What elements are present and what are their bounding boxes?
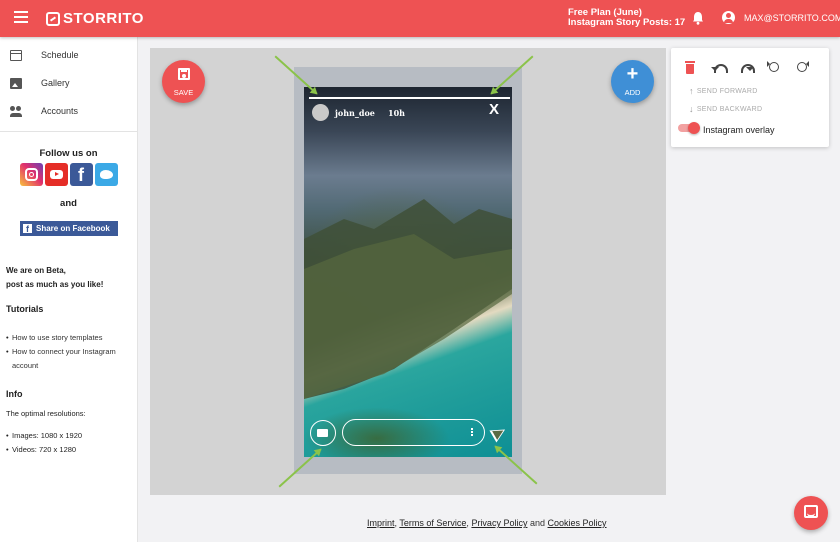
user-email[interactable]: MAX@STORRITO.COM bbox=[744, 13, 840, 23]
redo-icon[interactable] bbox=[739, 61, 755, 74]
arrow-up-icon: ↑ bbox=[689, 86, 694, 96]
tutorials-list: How to use story templates How to connec… bbox=[6, 331, 137, 373]
tutorial-link[interactable]: How to connect your Instagram account bbox=[12, 347, 116, 370]
instagram-overlay-label: Instagram overlay bbox=[703, 125, 775, 135]
plus-icon: + bbox=[626, 63, 639, 85]
instagram-overlay-toggle[interactable] bbox=[678, 122, 700, 134]
logo-text: STORRITO bbox=[63, 10, 144, 27]
mountain-image bbox=[304, 199, 512, 399]
sidebar-item-schedule[interactable]: Schedule bbox=[0, 41, 137, 69]
and-label: and bbox=[60, 198, 77, 209]
sidebar: Schedule Gallery Accounts Follow us on f… bbox=[0, 37, 138, 542]
sidebar-item-label: Gallery bbox=[41, 78, 70, 88]
separator: , bbox=[466, 518, 469, 528]
facebook-icon[interactable]: f bbox=[69, 163, 93, 186]
logo-icon bbox=[46, 11, 60, 26]
undo-icon[interactable] bbox=[711, 61, 728, 74]
add-button[interactable]: + ADD bbox=[611, 60, 654, 103]
follow-label: Follow us on bbox=[39, 148, 98, 159]
calendar-icon bbox=[10, 49, 22, 61]
sidebar-item-accounts[interactable]: Accounts bbox=[0, 97, 137, 125]
save-label: SAVE bbox=[173, 88, 194, 97]
social-links: f bbox=[0, 163, 137, 186]
story-time: 10h bbox=[388, 108, 405, 118]
terms-link[interactable]: Terms of Service bbox=[399, 518, 466, 528]
send-forward-label: SEND FORWARD bbox=[696, 87, 758, 95]
message-field bbox=[342, 419, 485, 446]
more-icon bbox=[471, 428, 473, 430]
top-bar: STORRITO Free Plan (June) Instagram Stor… bbox=[0, 0, 840, 37]
menu-icon[interactable] bbox=[14, 11, 28, 23]
send-icon bbox=[489, 423, 509, 443]
cookies-link[interactable]: Cookies Policy bbox=[548, 518, 607, 528]
plan-info: Free Plan (June) Instagram Story Posts: … bbox=[568, 8, 685, 28]
chat-button[interactable] bbox=[794, 496, 828, 530]
beta-note: We are on Beta, post as much as you like… bbox=[6, 264, 137, 292]
sidebar-item-label: Accounts bbox=[41, 106, 79, 116]
facebook-icon: f bbox=[23, 224, 32, 234]
save-icon bbox=[178, 68, 190, 80]
info-title: Info bbox=[6, 389, 23, 399]
list-item: Images: 1080 x 1920 bbox=[6, 429, 137, 443]
list-item: How to use story templates bbox=[6, 331, 137, 345]
info-text: The optimal resolutions: bbox=[6, 409, 86, 418]
bell-icon[interactable] bbox=[692, 11, 704, 25]
send-backward-label: SEND BACKWARD bbox=[696, 105, 763, 113]
account-icon[interactable] bbox=[722, 11, 735, 24]
sidebar-item-label: Schedule bbox=[41, 50, 79, 60]
story-progress-bar bbox=[309, 97, 510, 99]
and-text: and bbox=[529, 518, 545, 528]
sidebar-item-gallery[interactable]: Gallery bbox=[0, 69, 137, 97]
separator: , bbox=[394, 518, 398, 528]
save-button[interactable]: SAVE bbox=[162, 60, 205, 103]
twitter-icon[interactable] bbox=[94, 163, 118, 186]
plan-posts: Instagram Story Posts: 17 bbox=[568, 17, 686, 28]
privacy-link[interactable]: Privacy Policy bbox=[471, 518, 527, 528]
story-username: john_doe bbox=[335, 108, 375, 118]
tool-panel: ↑ SEND FORWARD ↓ SEND BACKWARD Instagram… bbox=[671, 48, 829, 147]
share-label: Share on Facebook bbox=[36, 224, 110, 233]
share-facebook-button[interactable]: f Share on Facebook bbox=[20, 221, 118, 236]
resolutions-list: Images: 1080 x 1920 Videos: 720 x 1280 bbox=[6, 429, 137, 457]
avatar bbox=[312, 104, 329, 121]
send-backward-button[interactable]: ↓ SEND BACKWARD bbox=[689, 104, 762, 114]
youtube-icon[interactable] bbox=[44, 163, 68, 186]
people-icon bbox=[10, 105, 22, 117]
logo[interactable]: STORRITO bbox=[46, 10, 144, 27]
divider bbox=[0, 131, 137, 132]
beta-line-2: post as much as you like! bbox=[6, 280, 104, 289]
instagram-icon[interactable] bbox=[19, 163, 43, 186]
footer-links: Imprint, Terms of Service, Privacy Polic… bbox=[367, 518, 607, 528]
arrow-down-icon: ↓ bbox=[689, 104, 694, 114]
toolbar bbox=[683, 61, 810, 74]
image-icon bbox=[10, 77, 22, 89]
add-label: ADD bbox=[624, 88, 641, 97]
rotate-right-icon[interactable] bbox=[795, 61, 810, 74]
delete-icon[interactable] bbox=[683, 61, 698, 74]
tutorial-link[interactable]: How to use story templates bbox=[12, 333, 102, 342]
rotate-left-icon[interactable] bbox=[767, 61, 782, 74]
list-item: How to connect your Instagram account bbox=[6, 345, 137, 373]
beta-line-1: We are on Beta, bbox=[6, 266, 66, 275]
send-forward-button[interactable]: ↑ SEND FORWARD bbox=[689, 86, 758, 96]
camera-icon bbox=[310, 420, 336, 446]
list-item: Videos: 720 x 1280 bbox=[6, 443, 137, 457]
close-icon: X bbox=[489, 101, 500, 118]
story-preview[interactable]: john_doe 10h X bbox=[304, 87, 512, 457]
imprint-link[interactable]: Imprint bbox=[367, 518, 395, 528]
tutorials-title: Tutorials bbox=[6, 304, 44, 314]
